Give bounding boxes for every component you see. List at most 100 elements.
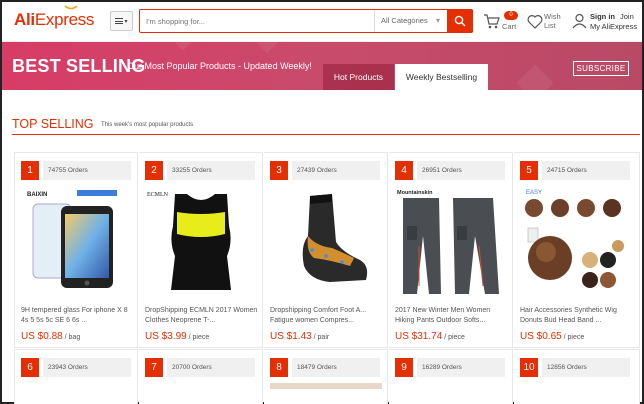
user-icon	[572, 13, 587, 29]
search-icon	[454, 15, 466, 27]
rank-badge: 2	[145, 161, 163, 180]
search-bar: All Categories ▾	[139, 9, 473, 33]
search-category-label: All Categories	[381, 16, 428, 25]
product-card[interactable]: 10 12856 Orders	[514, 349, 640, 404]
rank-badge: 1	[21, 161, 39, 180]
svg-text:Mountainskin: Mountainskin	[397, 190, 433, 196]
product-card[interactable]: 2 33255 Orders ECMLN DropShipping ECMLN …	[139, 152, 263, 348]
rank-badge: 9	[395, 358, 413, 377]
my-aliexpress-link[interactable]: My AliExpress	[590, 22, 637, 31]
search-button[interactable]	[447, 9, 473, 33]
product-card[interactable]: 6 23943 Orders	[14, 349, 138, 404]
banner-decoration	[167, 42, 199, 51]
cart-icon	[484, 14, 500, 29]
cart-label: Cart	[502, 22, 517, 31]
hair-bun-icon[interactable]: EASY	[520, 186, 632, 298]
price-amount: US $0.65	[520, 331, 562, 342]
product-name[interactable]: Hair Accessories Synthetic Wig Donuts Bu…	[520, 306, 634, 326]
wish-label-line1: Wish	[544, 12, 561, 21]
subscribe-button[interactable]: SUBSCRIBE	[573, 61, 629, 76]
order-count: 33255 Orders	[167, 161, 255, 180]
product-price: US $1.43 / pair	[270, 331, 386, 342]
product-name[interactable]: DropShipping ECMLN 2017 Women Clothes Ne…	[145, 306, 259, 326]
category-menu-button[interactable]: ▾	[110, 11, 133, 31]
product-name[interactable]: 2017 New Winter Men Women Hiking Pants O…	[395, 306, 509, 326]
logo-smile-icon	[64, 5, 78, 10]
product-price: US $3.99 / piece	[145, 331, 261, 342]
tab-hot-products[interactable]: Hot Products	[323, 64, 394, 90]
rank-badge: 10	[520, 358, 538, 377]
section-subtitle: This week's most popular products	[101, 122, 194, 128]
product-name[interactable]: Dropshipping Comfort Foot A... Fatigue w…	[270, 306, 384, 326]
order-count: 12856 Orders	[542, 358, 630, 377]
rank-badge: 8	[270, 358, 288, 377]
order-count: 18479 Orders	[292, 358, 380, 377]
hiking-pants-icon[interactable]: Mountainskin	[395, 186, 507, 298]
svg-text:EASY: EASY	[526, 190, 542, 196]
price-unit: / piece	[442, 334, 465, 341]
wish-label-line2: List	[544, 21, 556, 30]
banner-subtitle: Our Most Popular Products - Updated Week…	[127, 61, 312, 71]
best-selling-banner: BEST SELLING Our Most Popular Products -…	[2, 42, 642, 90]
product-thumbnail-partial	[270, 383, 382, 389]
logo-ali: Ali	[14, 10, 35, 29]
order-count: 27439 Orders	[292, 161, 380, 180]
wish-list-label: Wish List	[544, 12, 561, 30]
product-price: US $31.74 / piece	[395, 331, 511, 342]
heart-icon	[527, 15, 543, 29]
banner-decoration	[516, 64, 554, 90]
order-count: 20700 Orders	[167, 358, 255, 377]
rank-badge: 5	[520, 161, 538, 180]
product-card[interactable]: 9 16289 Orders	[389, 349, 513, 404]
product-card[interactable]: 5 24715 Orders EASY Hair Accessories Syn…	[514, 152, 640, 348]
order-count: 23943 Orders	[43, 358, 131, 377]
price-unit: / bag	[62, 334, 81, 341]
rank-badge: 6	[21, 358, 39, 377]
tab-weekly-bestselling[interactable]: Weekly Bestselling	[395, 64, 488, 90]
rank-badge: 4	[395, 161, 413, 180]
cart-count-badge: 0	[504, 11, 518, 20]
search-input[interactable]	[146, 13, 366, 29]
price-amount: US $0.88	[21, 331, 63, 342]
join-link[interactable]: Join	[620, 12, 634, 21]
product-name[interactable]: 9H tempered glass For iphone X 8 4s 5 5s…	[21, 306, 135, 326]
order-count: 16289 Orders	[417, 358, 505, 377]
aliexpress-logo[interactable]: AliExpress	[14, 5, 95, 30]
cart-link[interactable]: 0 Cart	[483, 11, 523, 33]
product-price: US $0.65 / piece	[520, 331, 636, 342]
rank-badge: 3	[270, 161, 288, 180]
price-amount: US $1.43	[270, 331, 312, 342]
price-unit: / pair	[311, 334, 330, 341]
product-card[interactable]: 1 74755 Orders BAIXIN 9H tempered glass …	[14, 152, 138, 348]
product-grid: 1 74755 Orders BAIXIN 9H tempered glass …	[14, 152, 640, 404]
top-header: AliExpress ▾ All Categories ▾ 0 Cart	[2, 2, 642, 42]
product-price: US $0.88 / bag	[21, 331, 137, 342]
banner-decoration	[245, 42, 289, 54]
price-unit: / piece	[186, 334, 210, 341]
sign-in-link[interactable]: Sign in	[590, 12, 615, 21]
product-card[interactable]: 3 27439 Orders Dropshipping Comfort Foot…	[264, 152, 388, 348]
order-count: 26951 Orders	[417, 161, 505, 180]
order-count: 74755 Orders	[43, 161, 131, 180]
product-card[interactable]: 7 20700 Orders	[139, 349, 263, 404]
wish-list-link[interactable]: Wish List	[527, 11, 567, 33]
compression-sock-icon[interactable]	[270, 186, 382, 298]
product-card[interactable]: 8 18479 Orders	[264, 349, 388, 404]
search-category-select[interactable]: All Categories ▾	[374, 10, 446, 32]
svg-text:BAIXIN: BAIXIN	[27, 192, 47, 198]
top-selling-header: TOP SELLING This week's most popular pro…	[12, 115, 640, 135]
account-menu: Sign in Join My AliExpress	[572, 10, 642, 34]
product-card[interactable]: 4 26951 Orders Mountainskin 2017 New Win…	[389, 152, 513, 348]
menu-icon	[115, 17, 124, 26]
logo-express: Express	[34, 10, 95, 29]
price-unit: / piece	[561, 334, 585, 341]
chevron-down-icon: ▾	[435, 16, 440, 25]
screen-protector-icon[interactable]: BAIXIN	[21, 186, 133, 298]
svg-text:ECMLN: ECMLN	[147, 192, 169, 198]
chevron-down-icon: ▾	[124, 18, 128, 25]
banner-title: BEST SELLING	[12, 56, 146, 76]
order-count: 24715 Orders	[542, 161, 630, 180]
rank-badge: 7	[145, 358, 163, 377]
shaper-vest-icon[interactable]: ECMLN	[145, 186, 257, 298]
price-amount: US $3.99	[145, 331, 187, 342]
